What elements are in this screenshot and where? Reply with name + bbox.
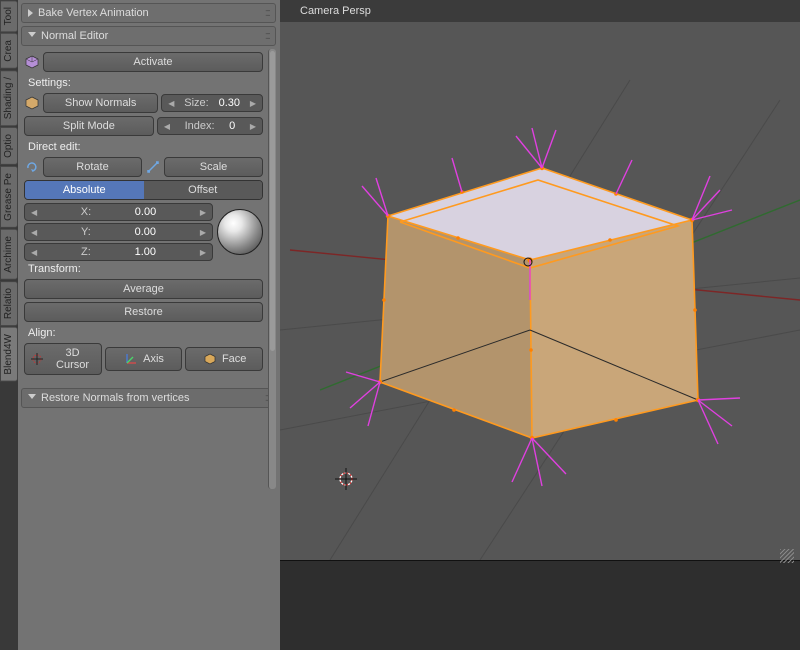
- chevron-right-icon[interactable]: ▶: [200, 248, 206, 257]
- viewport-3d[interactable]: Camera Persp: [280, 0, 800, 650]
- cursor-3d-icon: [29, 351, 44, 367]
- mode-toggle: Absolute Offset: [24, 180, 263, 200]
- split-mode-button[interactable]: Split Mode: [24, 116, 154, 136]
- align-3d-cursor-button[interactable]: 3D Cursor: [24, 343, 102, 375]
- normal-editor-panel: Activate Settings: Show Normals ◀ Size: …: [21, 49, 276, 384]
- chevron-left-icon[interactable]: ◀: [164, 122, 170, 131]
- scale-icon: [145, 159, 161, 175]
- triangle-down-icon: [28, 32, 36, 41]
- vtab-relations[interactable]: Relatio: [0, 281, 18, 326]
- panel-title: Restore Normals from vertices: [41, 392, 190, 404]
- face-icon: [202, 351, 218, 367]
- align-axis-button[interactable]: Axis: [105, 347, 183, 371]
- panel-title: Normal Editor: [41, 30, 108, 42]
- restore-button[interactable]: Restore: [24, 302, 263, 322]
- cube-mesh: [380, 168, 698, 438]
- viewport-header: Camera Persp: [280, 0, 800, 22]
- drag-grip-icon[interactable]: ::::: [265, 30, 269, 42]
- chevron-left-icon[interactable]: ◀: [31, 248, 37, 257]
- tool-shelf: Bake Vertex Animation :::: Normal Editor…: [18, 0, 280, 650]
- viewport-label: Camera Persp: [300, 5, 371, 17]
- rotate-icon: [24, 159, 40, 175]
- triangle-right-icon: [28, 9, 33, 17]
- z-field[interactable]: ◀ Z: 1.00 ▶: [24, 243, 213, 261]
- drag-grip-icon[interactable]: ::::: [265, 7, 269, 19]
- vtab-create[interactable]: Crea: [0, 33, 18, 69]
- cube-icon: [24, 54, 40, 70]
- chevron-right-icon[interactable]: ▶: [250, 122, 256, 131]
- vtab-grease-pencil[interactable]: Grease Pe: [0, 166, 18, 228]
- vtab-tool[interactable]: Tool: [0, 0, 18, 32]
- index-field[interactable]: ◀ Index: 0 ▶: [157, 117, 263, 135]
- average-button[interactable]: Average: [24, 279, 263, 299]
- transform-label: Transform:: [24, 261, 273, 279]
- panel-scrollbar[interactable]: [268, 49, 276, 489]
- vtab-options[interactable]: Optio: [0, 127, 18, 165]
- show-normals-button[interactable]: Show Normals: [43, 93, 158, 113]
- absolute-toggle[interactable]: Absolute: [25, 181, 144, 199]
- size-field[interactable]: ◀ Size: 0.30 ▶: [161, 94, 263, 112]
- panel-title: Bake Vertex Animation: [38, 7, 149, 19]
- y-field[interactable]: ◀ Y: 0.00 ▶: [24, 223, 213, 241]
- direct-edit-label: Direct edit:: [24, 139, 273, 157]
- scale-button[interactable]: Scale: [164, 157, 263, 177]
- vtab-blend4web[interactable]: Blend4W: [0, 327, 18, 382]
- chevron-right-icon[interactable]: ▶: [200, 208, 206, 217]
- settings-label: Settings:: [24, 75, 273, 93]
- chevron-right-icon[interactable]: ▶: [200, 228, 206, 237]
- side-tab-bar: Tool Crea Shading / Optio Grease Pe Arch…: [0, 0, 18, 650]
- activate-button[interactable]: Activate: [43, 52, 263, 72]
- cursor-3d-icon: [335, 468, 357, 493]
- rotate-button[interactable]: Rotate: [43, 157, 142, 177]
- timeline-area[interactable]: [280, 560, 800, 650]
- chevron-left-icon[interactable]: ◀: [168, 99, 174, 108]
- vtab-archimesh[interactable]: Archime: [0, 229, 18, 280]
- normal-direction-sphere[interactable]: [217, 209, 263, 255]
- panel-header-normal-editor[interactable]: Normal Editor ::::: [21, 26, 276, 46]
- axis-icon: [123, 351, 139, 367]
- align-face-button[interactable]: Face: [185, 347, 263, 371]
- panel-header-bake-vertex-animation[interactable]: Bake Vertex Animation ::::: [21, 3, 276, 23]
- align-label: Align:: [24, 325, 273, 343]
- scene-render: [280, 0, 800, 560]
- chevron-left-icon[interactable]: ◀: [31, 228, 37, 237]
- panel-header-restore-normals[interactable]: Restore Normals from vertices ::::: [21, 388, 276, 408]
- triangle-down-icon: [28, 394, 36, 403]
- mesh-icon: [24, 95, 40, 111]
- offset-toggle[interactable]: Offset: [144, 181, 263, 199]
- viewport-scene[interactable]: [280, 0, 800, 560]
- chevron-right-icon[interactable]: ▶: [250, 99, 256, 108]
- x-field[interactable]: ◀ X: 0.00 ▶: [24, 203, 213, 221]
- chevron-left-icon[interactable]: ◀: [31, 208, 37, 217]
- vtab-shading[interactable]: Shading /: [0, 70, 18, 126]
